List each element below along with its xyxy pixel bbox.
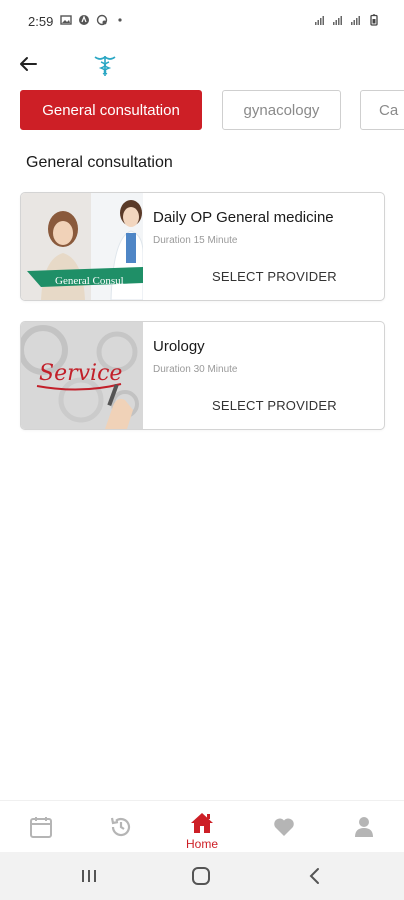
system-nav-bar [0,852,404,900]
user-icon [355,817,373,837]
service-card[interactable]: Service Urology Duration 30 Minute SELEC… [20,321,385,430]
nav-favorites[interactable] [254,801,314,853]
urology-service-image: Service [21,322,143,429]
call-icon [96,14,108,26]
back-button[interactable] [14,50,42,78]
app-icon [79,15,89,25]
caduceus-logo-icon [94,55,116,76]
tab-partial[interactable]: Ca [360,90,404,130]
select-provider-button[interactable]: SELECT PROVIDER [212,398,337,413]
back-chevron-icon [309,868,319,884]
nav-home[interactable]: Home [172,801,232,853]
svg-text:General Consul: General Consul [55,275,124,287]
heart-icon [274,818,294,836]
general-consultation-image: General Consul [21,193,143,300]
status-bar: 2:59 [0,0,404,44]
nav-history[interactable] [91,801,151,853]
service-duration: Duration 15 Minute [153,235,238,246]
image-icon [60,15,72,25]
calendar-icon [30,817,52,838]
history-icon [110,817,131,837]
signal-icon [351,16,360,25]
home-circle-icon [192,867,210,885]
recent-apps-button[interactable] [76,864,102,888]
recent-apps-icon [82,870,96,882]
select-provider-button[interactable]: SELECT PROVIDER [212,269,337,284]
bottom-nav: Home [0,800,404,852]
status-time: 2:59 [28,14,54,29]
arrow-left-icon [20,57,37,71]
category-tabs: General consultation gynacology Ca [20,90,404,132]
tab-gynacology[interactable]: gynacology [222,90,341,130]
nav-profile[interactable] [334,801,394,853]
top-bar [0,44,404,84]
service-title: Daily OP General medicine [153,209,334,226]
signal-icon [333,16,342,25]
home-icon [191,813,213,833]
service-duration: Duration 30 Minute [153,364,238,375]
service-title: Urology [153,338,205,355]
battery-icon [370,14,378,26]
nav-calendar[interactable] [11,801,71,853]
dot-icon [118,18,122,22]
svg-text:Service: Service [39,361,122,386]
tab-general-consultation[interactable]: General consultation [20,90,202,130]
nav-home-label: Home [185,837,218,851]
wifi-icon [315,16,324,25]
service-card[interactable]: General Consul Daily OP General medicine… [20,192,385,301]
system-home-button[interactable] [188,864,214,888]
system-back-button[interactable] [302,864,328,888]
section-title: General consultation [26,154,173,171]
